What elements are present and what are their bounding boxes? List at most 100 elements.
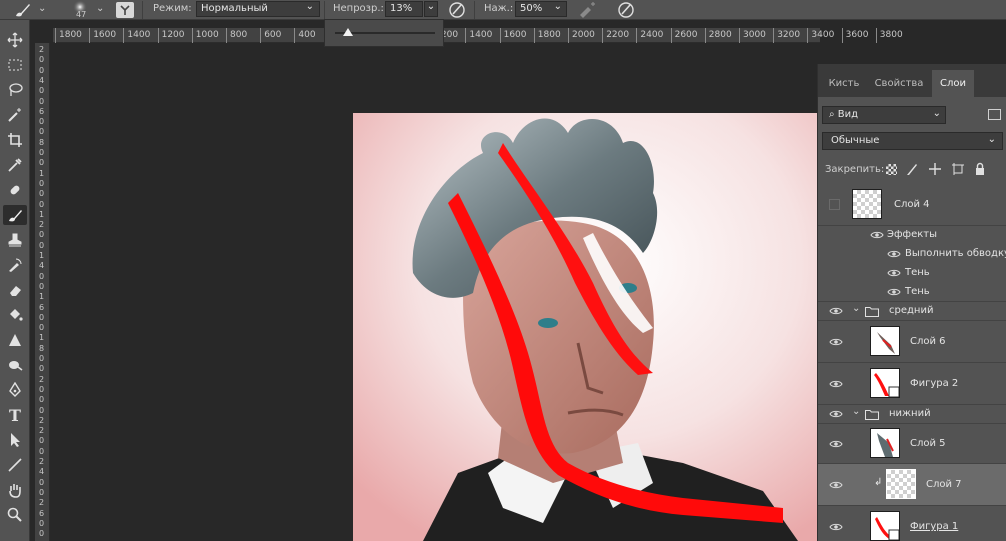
eye-icon[interactable] xyxy=(887,287,901,297)
ruler-tick-label: 1600 xyxy=(499,28,527,43)
tab-properties[interactable]: Свойства xyxy=(868,70,930,97)
opacity-dropdown-button[interactable]: ⌄ xyxy=(424,1,438,17)
ruler-tick-digit: 4 xyxy=(39,75,45,85)
chevron-down-icon[interactable]: ⌄ xyxy=(852,303,860,314)
ruler-tick-digit: 0 xyxy=(39,518,45,528)
layer-row[interactable]: Фигура 1 xyxy=(818,506,1006,541)
layer-row[interactable]: Слой 5 xyxy=(818,424,1006,464)
path-selection-icon[interactable] xyxy=(3,430,27,450)
layer-filter-select[interactable]: ⌕ Вид ⌄ xyxy=(822,106,946,124)
eye-icon[interactable] xyxy=(829,306,843,316)
image-filter-icon[interactable] xyxy=(988,109,1001,120)
dodge-icon[interactable] xyxy=(3,355,27,375)
pressure-opacity-icon[interactable] xyxy=(447,1,467,19)
blend-mode-select[interactable]: Обычные ⌄ xyxy=(822,132,1003,150)
pen-icon[interactable] xyxy=(3,380,27,400)
chevron-down-icon[interactable]: ⌄ xyxy=(852,406,860,417)
eye-icon[interactable] xyxy=(829,522,843,532)
eye-icon[interactable] xyxy=(829,379,843,389)
ruler-tick-digit: 0 xyxy=(39,405,45,415)
eye-icon[interactable] xyxy=(829,439,843,449)
effect-name: Тень xyxy=(905,267,930,278)
layer-group-row[interactable]: ⌄ средний xyxy=(818,302,1006,321)
stamp-icon[interactable] xyxy=(3,230,27,250)
chevron-down-icon[interactable]: ⌄ xyxy=(38,3,46,14)
ruler-tick-label: 1600 xyxy=(89,28,116,43)
tab-brush[interactable]: Кисть xyxy=(822,70,866,97)
layer-row[interactable]: Фигура 2 xyxy=(818,363,1006,405)
opacity-slider-handle[interactable] xyxy=(343,28,353,36)
move-icon[interactable] xyxy=(3,30,27,50)
eye-icon[interactable] xyxy=(887,268,901,278)
ruler-tick-label: 1200 xyxy=(157,28,185,43)
chevron-down-icon: ⌄ xyxy=(305,1,314,12)
lock-transparency-icon[interactable] xyxy=(886,164,897,175)
layer-name: Фигура 1 xyxy=(910,521,959,532)
effect-shadow-row[interactable]: Тень xyxy=(818,283,1006,302)
mode-select[interactable]: Нормальный ⌄ xyxy=(196,1,320,17)
lock-icon[interactable] xyxy=(974,162,986,179)
opacity-input[interactable]: 13% xyxy=(385,1,423,17)
lasso-icon[interactable] xyxy=(3,80,27,100)
brush-panel-toggle-icon[interactable] xyxy=(116,2,134,18)
effect-stroke-row[interactable]: Выполнить обводку xyxy=(818,245,1006,264)
ruler-tick-digit: 0 xyxy=(39,436,45,446)
ruler-tick-digit: 4 xyxy=(39,261,45,271)
layer-thumbnail xyxy=(870,511,900,541)
brush-tool-icon[interactable] xyxy=(12,1,32,19)
ruler-tick-digit: 0 xyxy=(39,487,45,497)
ruler-tick-label: 2600 xyxy=(670,28,698,43)
layer-name: Слой 6 xyxy=(910,336,946,347)
lock-pixels-icon[interactable] xyxy=(906,162,918,179)
ruler-tick-digit: 8 xyxy=(39,343,45,353)
artwork-image xyxy=(353,113,818,541)
sharpen-icon[interactable] xyxy=(3,330,27,350)
eye-icon[interactable] xyxy=(887,249,901,259)
layer-name: Слой 7 xyxy=(926,479,962,490)
layer-row[interactable]: Слой 6 xyxy=(818,321,1006,363)
pressure-size-icon[interactable] xyxy=(616,1,636,19)
eye-icon[interactable] xyxy=(829,409,843,419)
separator xyxy=(324,1,325,19)
marquee-icon[interactable] xyxy=(3,55,27,75)
chevron-down-icon[interactable]: ⌄ xyxy=(96,3,104,14)
layer-row[interactable]: Слой 4 xyxy=(818,184,1006,226)
eraser-icon[interactable] xyxy=(3,280,27,300)
history-brush-icon[interactable] xyxy=(3,255,27,275)
lock-artboard-icon[interactable] xyxy=(951,162,965,179)
ruler-tick-digit: 2 xyxy=(39,457,45,466)
document-canvas[interactable] xyxy=(353,113,818,541)
hand-icon[interactable] xyxy=(3,480,27,500)
tab-layers[interactable]: Слои xyxy=(932,70,974,97)
flow-input[interactable]: 50% ⌄ xyxy=(515,1,567,17)
ruler-tick-digit: 0 xyxy=(39,148,45,157)
line-icon[interactable] xyxy=(3,455,27,475)
crop-icon[interactable] xyxy=(3,130,27,150)
paint-bucket-icon[interactable] xyxy=(3,305,27,325)
options-bar: ⌄ 47 ⌄ Режим: Нормальный ⌄ Непрозр.: 13%… xyxy=(0,0,1006,20)
layer-group-row[interactable]: ⌄ нижний xyxy=(818,405,1006,424)
ruler-tick-label: 400 xyxy=(294,28,316,43)
layer-row-selected[interactable]: ↲ Слой 7 xyxy=(818,464,1006,506)
ruler-tick-digit: 6 xyxy=(39,508,45,518)
healing-icon[interactable] xyxy=(3,180,27,200)
magic-wand-icon[interactable] xyxy=(3,105,27,125)
effects-row[interactable]: Эффекты xyxy=(818,226,1006,245)
eye-icon[interactable] xyxy=(829,337,843,347)
layer-name: Слой 5 xyxy=(910,438,946,449)
ruler-tick-digit: 0 xyxy=(39,127,45,137)
effect-shadow-row[interactable]: Тень xyxy=(818,264,1006,283)
opacity-label: Непрозр.: xyxy=(333,3,384,14)
brush-icon[interactable] xyxy=(3,205,27,225)
separator xyxy=(474,1,475,19)
airbrush-icon[interactable] xyxy=(576,1,598,19)
zoom-icon[interactable] xyxy=(3,505,27,525)
ruler-tick-digit: 1 xyxy=(39,333,45,343)
lock-position-icon[interactable] xyxy=(928,162,942,179)
text-icon[interactable]: T xyxy=(3,405,27,425)
visibility-checkbox[interactable] xyxy=(829,199,840,210)
eye-icon[interactable] xyxy=(829,480,843,490)
ruler-tick-digit: 0 xyxy=(39,529,45,539)
eye-icon[interactable] xyxy=(870,230,884,240)
eyedropper-icon[interactable] xyxy=(3,155,27,175)
